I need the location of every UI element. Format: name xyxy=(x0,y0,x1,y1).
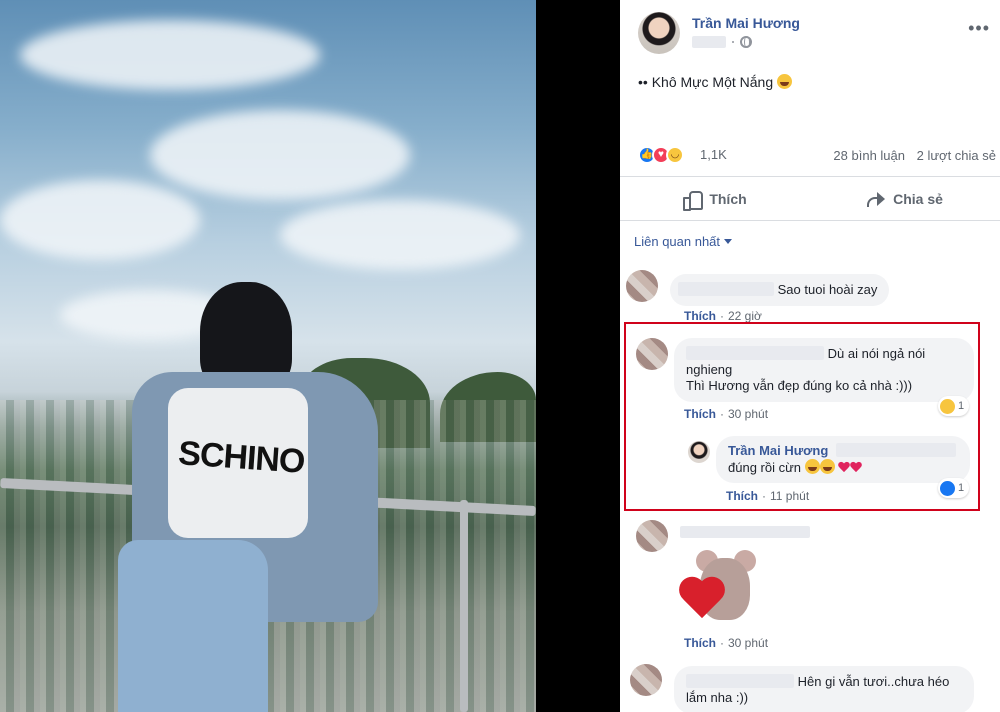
haha-reaction-icon: ◡ xyxy=(666,146,684,164)
comment-count[interactable]: 28 bình luận xyxy=(833,148,905,163)
photo-cloud xyxy=(0,180,200,260)
photo-cloud xyxy=(150,110,410,200)
comment-like-link[interactable]: Thích xyxy=(684,309,716,323)
post-caption: •• Khô Mực Một Nắng xyxy=(638,74,793,90)
thumbs-up-icon xyxy=(683,190,704,211)
commenter-avatar[interactable] xyxy=(636,520,668,552)
comment-meta: Thích · 22 giờ xyxy=(684,309,762,323)
photo-railing xyxy=(460,500,468,712)
comment-like-link[interactable]: Thích xyxy=(684,636,716,650)
post-photo[interactable]: SCHINO xyxy=(0,0,536,712)
photo-cloud xyxy=(20,20,320,90)
comment-time[interactable]: 30 phút xyxy=(728,636,768,650)
post-header: Trần Mai Hương ••• xyxy=(638,12,998,56)
comment-time[interactable]: 22 giờ xyxy=(728,309,762,323)
share-count[interactable]: 2 lượt chia sẻ xyxy=(917,148,996,163)
photo-cloud xyxy=(280,200,520,270)
photo-jeans xyxy=(118,540,268,712)
commenter-avatar[interactable] xyxy=(626,270,658,302)
comment-bubble: Sao tuoi hoài zay xyxy=(670,274,890,306)
grin-emoji-icon xyxy=(777,74,793,89)
poster-name[interactable]: Trần Mai Hương xyxy=(692,15,800,31)
share-button-label: Chia sẻ xyxy=(893,191,943,207)
share-button[interactable]: Chia sẻ xyxy=(810,182,1000,216)
commenter-avatar[interactable] xyxy=(630,664,662,696)
comment-text-line1: Hên gi vẫn tươi..chưa héo xyxy=(797,674,950,689)
divider xyxy=(620,220,1000,221)
photo-shirt-print: SCHINO xyxy=(177,434,306,481)
reaction-count[interactable]: 1,1K xyxy=(700,147,727,162)
globe-icon[interactable] xyxy=(740,36,752,48)
mouse-heart-sticker[interactable] xyxy=(678,550,758,630)
meta-separator xyxy=(732,41,734,43)
like-button[interactable]: Thích xyxy=(620,182,810,216)
comment-sort-dropdown[interactable]: Liên quan nhất xyxy=(634,234,733,249)
post-caption-text: •• Khô Mực Một Nắng xyxy=(638,74,774,90)
reactions-summary[interactable]: 👍 ♥ ◡ 1,1K 28 bình luận 2 lượt chia sẻ xyxy=(638,144,1000,166)
commenter-name-blurred[interactable] xyxy=(686,674,794,688)
post-meta xyxy=(692,36,752,48)
poster-avatar[interactable] xyxy=(638,12,680,54)
highlight-box xyxy=(624,322,980,511)
comment-bubble: Hên gi vẫn tươi..chưa héo lắm nha :)) xyxy=(674,666,974,712)
viewer-divider xyxy=(536,0,620,712)
sort-label: Liên quan nhất xyxy=(634,234,721,249)
chevron-down-icon xyxy=(724,239,733,244)
comment-text-line2: lắm nha :)) xyxy=(686,690,749,705)
engagement-counts: 28 bình luận 2 lượt chia sẻ xyxy=(825,148,996,163)
commenter-name-blurred[interactable] xyxy=(678,282,774,296)
commenter-name-blurred[interactable] xyxy=(680,526,810,538)
comment-meta: Thích · 30 phút xyxy=(684,636,769,650)
sticker-heart xyxy=(678,578,726,622)
share-arrow-icon xyxy=(867,191,886,207)
post-time-blurred[interactable] xyxy=(692,36,726,48)
post-actions: Thích Chia sẻ xyxy=(620,182,1000,216)
more-options-icon[interactable]: ••• xyxy=(968,18,990,39)
divider xyxy=(620,176,1000,177)
comment-text: Sao tuoi hoài zay xyxy=(777,282,878,297)
like-button-label: Thích xyxy=(709,191,747,207)
